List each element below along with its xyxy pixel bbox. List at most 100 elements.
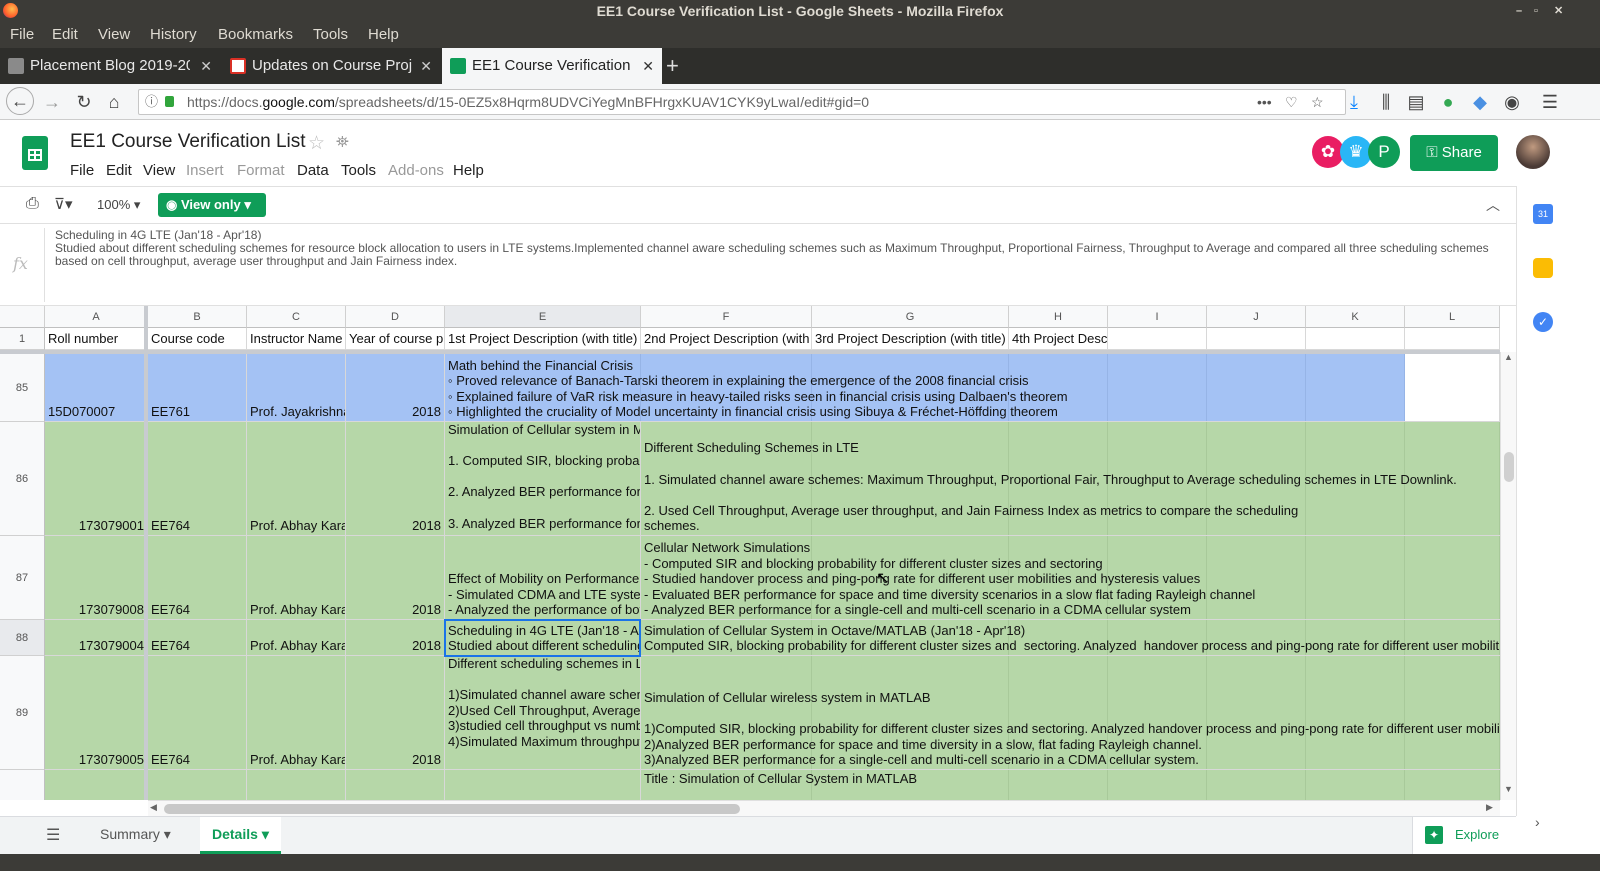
header-cell[interactable]: Year of course pi bbox=[346, 328, 445, 350]
column-header-l[interactable]: L bbox=[1405, 306, 1500, 328]
horizontal-scrollbar[interactable]: ◀ ▶ bbox=[148, 800, 1500, 816]
cell-year[interactable]: 2018 bbox=[346, 422, 445, 536]
expand-panel-icon[interactable]: › bbox=[1535, 814, 1540, 830]
cell-roll[interactable] bbox=[45, 770, 148, 800]
filter-icon[interactable]: ⊽▾ bbox=[54, 195, 73, 213]
new-tab-button[interactable]: + bbox=[666, 48, 690, 84]
calendar-icon[interactable]: 31 bbox=[1533, 204, 1553, 224]
document-title[interactable]: EE1 Course Verification List bbox=[70, 131, 306, 153]
cell-project2[interactable]: Simulation of Cellular System in Octave/… bbox=[641, 620, 1500, 656]
cell-project1[interactable]: Different scheduling schemes in L 1)Simul… bbox=[445, 656, 641, 770]
cell-instructor[interactable]: Prof. Abhay Kara bbox=[247, 422, 346, 536]
vertical-scroll-thumb[interactable] bbox=[1504, 452, 1514, 482]
cell-instructor[interactable]: Prof. Abhay Kara bbox=[247, 656, 346, 770]
view-only-button[interactable]: ◉ View only ▾ bbox=[158, 193, 266, 217]
row-header-next[interactable] bbox=[0, 770, 45, 800]
library-icon[interactable]: ⫼ bbox=[1374, 90, 1398, 114]
sheet-tab-summary[interactable]: Summary ▾ bbox=[88, 817, 183, 854]
column-header-j[interactable]: J bbox=[1207, 306, 1306, 328]
column-header-e[interactable]: E bbox=[445, 306, 641, 328]
sheets-menu-addons[interactable]: Add-ons bbox=[388, 162, 444, 179]
frozen-column-divider[interactable] bbox=[144, 306, 148, 800]
column-header-i[interactable]: I bbox=[1108, 306, 1207, 328]
collaborator-avatar-p[interactable]: P bbox=[1368, 136, 1400, 168]
menu-view[interactable]: View bbox=[98, 26, 130, 43]
header-cell[interactable]: Instructor Name bbox=[247, 328, 346, 350]
sheets-menu-format[interactable]: Format bbox=[237, 162, 285, 179]
row-header-89[interactable]: 89 bbox=[0, 656, 45, 770]
cell-course[interactable]: EE764 bbox=[148, 656, 247, 770]
cell-roll[interactable]: 173079004 bbox=[45, 620, 148, 656]
menu-bookmarks[interactable]: Bookmarks bbox=[218, 26, 293, 43]
minimize-icon[interactable]: – bbox=[1516, 0, 1522, 22]
cell-roll[interactable]: 173079001 bbox=[45, 422, 148, 536]
forward-icon[interactable]: → bbox=[40, 90, 64, 114]
explore-button[interactable]: ✦ Explore bbox=[1412, 817, 1516, 854]
formula-content[interactable]: Scheduling in 4G LTE (Jan'18 - Apr'18) S… bbox=[55, 229, 1500, 268]
cell-course[interactable]: EE764 bbox=[148, 620, 247, 656]
dropdown-arrow-icon[interactable]: ▾ bbox=[164, 826, 171, 842]
header-cell[interactable]: 2nd Project Description (with bbox=[641, 328, 812, 350]
header-cell-empty[interactable] bbox=[1108, 328, 1207, 350]
keep-icon[interactable] bbox=[1533, 258, 1553, 278]
cell-roll[interactable]: 173079005 bbox=[45, 656, 148, 770]
zoom-select[interactable]: 100% ▾ bbox=[97, 197, 140, 213]
cell-project2[interactable]: Title : Simulation of Cellular System in… bbox=[641, 770, 1500, 800]
cell-project1[interactable]: Math behind the Financial Crisis ◦ Proved… bbox=[445, 354, 1405, 422]
cell-course[interactable] bbox=[148, 770, 247, 800]
cell-instructor[interactable]: Prof. Jayakrishna bbox=[247, 354, 346, 422]
maximize-icon[interactable]: ▫ bbox=[1534, 0, 1538, 22]
vertical-scrollbar[interactable]: ▲ ▼ bbox=[1500, 352, 1516, 800]
row-header-1[interactable]: 1 bbox=[0, 328, 45, 350]
cell-project1[interactable]: Scheduling in 4G LTE (Jan'18 - Ap Studied… bbox=[445, 620, 641, 656]
cell-bg[interactable] bbox=[1405, 354, 1500, 422]
row-header-85[interactable]: 85 bbox=[0, 354, 45, 422]
cell-year[interactable]: 2018 bbox=[346, 656, 445, 770]
tasks-icon[interactable]: ✓ bbox=[1533, 312, 1553, 332]
column-header-a[interactable]: A bbox=[45, 306, 148, 328]
close-tab-icon[interactable]: ✕ bbox=[642, 48, 654, 84]
close-tab-icon[interactable]: ✕ bbox=[200, 48, 212, 84]
spreadsheet-grid[interactable]: ABCDEFGHIJKL 1 Roll number Course code Inst… bbox=[0, 306, 1500, 800]
pocket-icon[interactable]: ♡ bbox=[1285, 90, 1298, 114]
column-header-h[interactable]: H bbox=[1009, 306, 1108, 328]
hamburger-menu-icon[interactable]: ☰ bbox=[1538, 90, 1562, 114]
cell-instructor[interactable]: Prof. Abhay Kara bbox=[247, 620, 346, 656]
sheets-menu-tools[interactable]: Tools bbox=[341, 162, 376, 179]
collapse-chevron-icon[interactable]: ︿ bbox=[1486, 195, 1500, 215]
cell-year[interactable]: 2018 bbox=[346, 354, 445, 422]
bookmark-star-icon[interactable]: ☆ bbox=[1311, 90, 1324, 114]
scroll-down-icon[interactable]: ▼ bbox=[1504, 784, 1513, 794]
page-actions-icon[interactable]: ••• bbox=[1257, 90, 1272, 114]
sheet-tab-details[interactable]: Details ▾ bbox=[200, 817, 281, 854]
horizontal-scroll-thumb[interactable] bbox=[164, 804, 740, 814]
scroll-right-icon[interactable]: ▶ bbox=[1486, 802, 1493, 813]
menu-file[interactable]: File bbox=[10, 26, 34, 43]
tab-updates-course[interactable]: Updates on Course Proje ✕ bbox=[222, 48, 440, 84]
cell-year[interactable]: 2018 bbox=[346, 536, 445, 620]
menu-help[interactable]: Help bbox=[368, 26, 399, 43]
column-header-k[interactable]: K bbox=[1306, 306, 1405, 328]
header-cell[interactable]: Roll number bbox=[45, 328, 148, 350]
sheets-menu-data[interactable]: Data bbox=[297, 162, 329, 179]
close-window-icon[interactable]: ✕ bbox=[1554, 0, 1563, 22]
all-sheets-icon[interactable]: ☰ bbox=[46, 825, 60, 845]
cell-roll[interactable]: 173079008 bbox=[45, 536, 148, 620]
cell-project1[interactable]: Effect of Mobility on Performance - Simul… bbox=[445, 536, 641, 620]
column-header-d[interactable]: D bbox=[346, 306, 445, 328]
sheets-menu-edit[interactable]: Edit bbox=[106, 162, 132, 179]
cell-year[interactable] bbox=[346, 770, 445, 800]
menu-tools[interactable]: Tools bbox=[313, 26, 348, 43]
cell-course[interactable]: EE761 bbox=[148, 354, 247, 422]
column-header-g[interactable]: G bbox=[812, 306, 1009, 328]
cell-project1[interactable] bbox=[445, 770, 641, 800]
column-header-b[interactable]: B bbox=[148, 306, 247, 328]
menu-edit[interactable]: Edit bbox=[52, 26, 78, 43]
cell-roll[interactable]: 15D070007 bbox=[45, 354, 148, 422]
cell-project2[interactable]: Simulation of Cellular wireless system i… bbox=[641, 656, 1500, 770]
back-icon[interactable]: ← bbox=[6, 87, 34, 115]
sheets-menu-view[interactable]: View bbox=[143, 162, 175, 179]
sheets-logo-icon[interactable] bbox=[22, 136, 48, 170]
url-bar[interactable]: ⓘ https://docs.google.com/spreadsheets/d… bbox=[138, 89, 1346, 115]
cell-course[interactable]: EE764 bbox=[148, 536, 247, 620]
